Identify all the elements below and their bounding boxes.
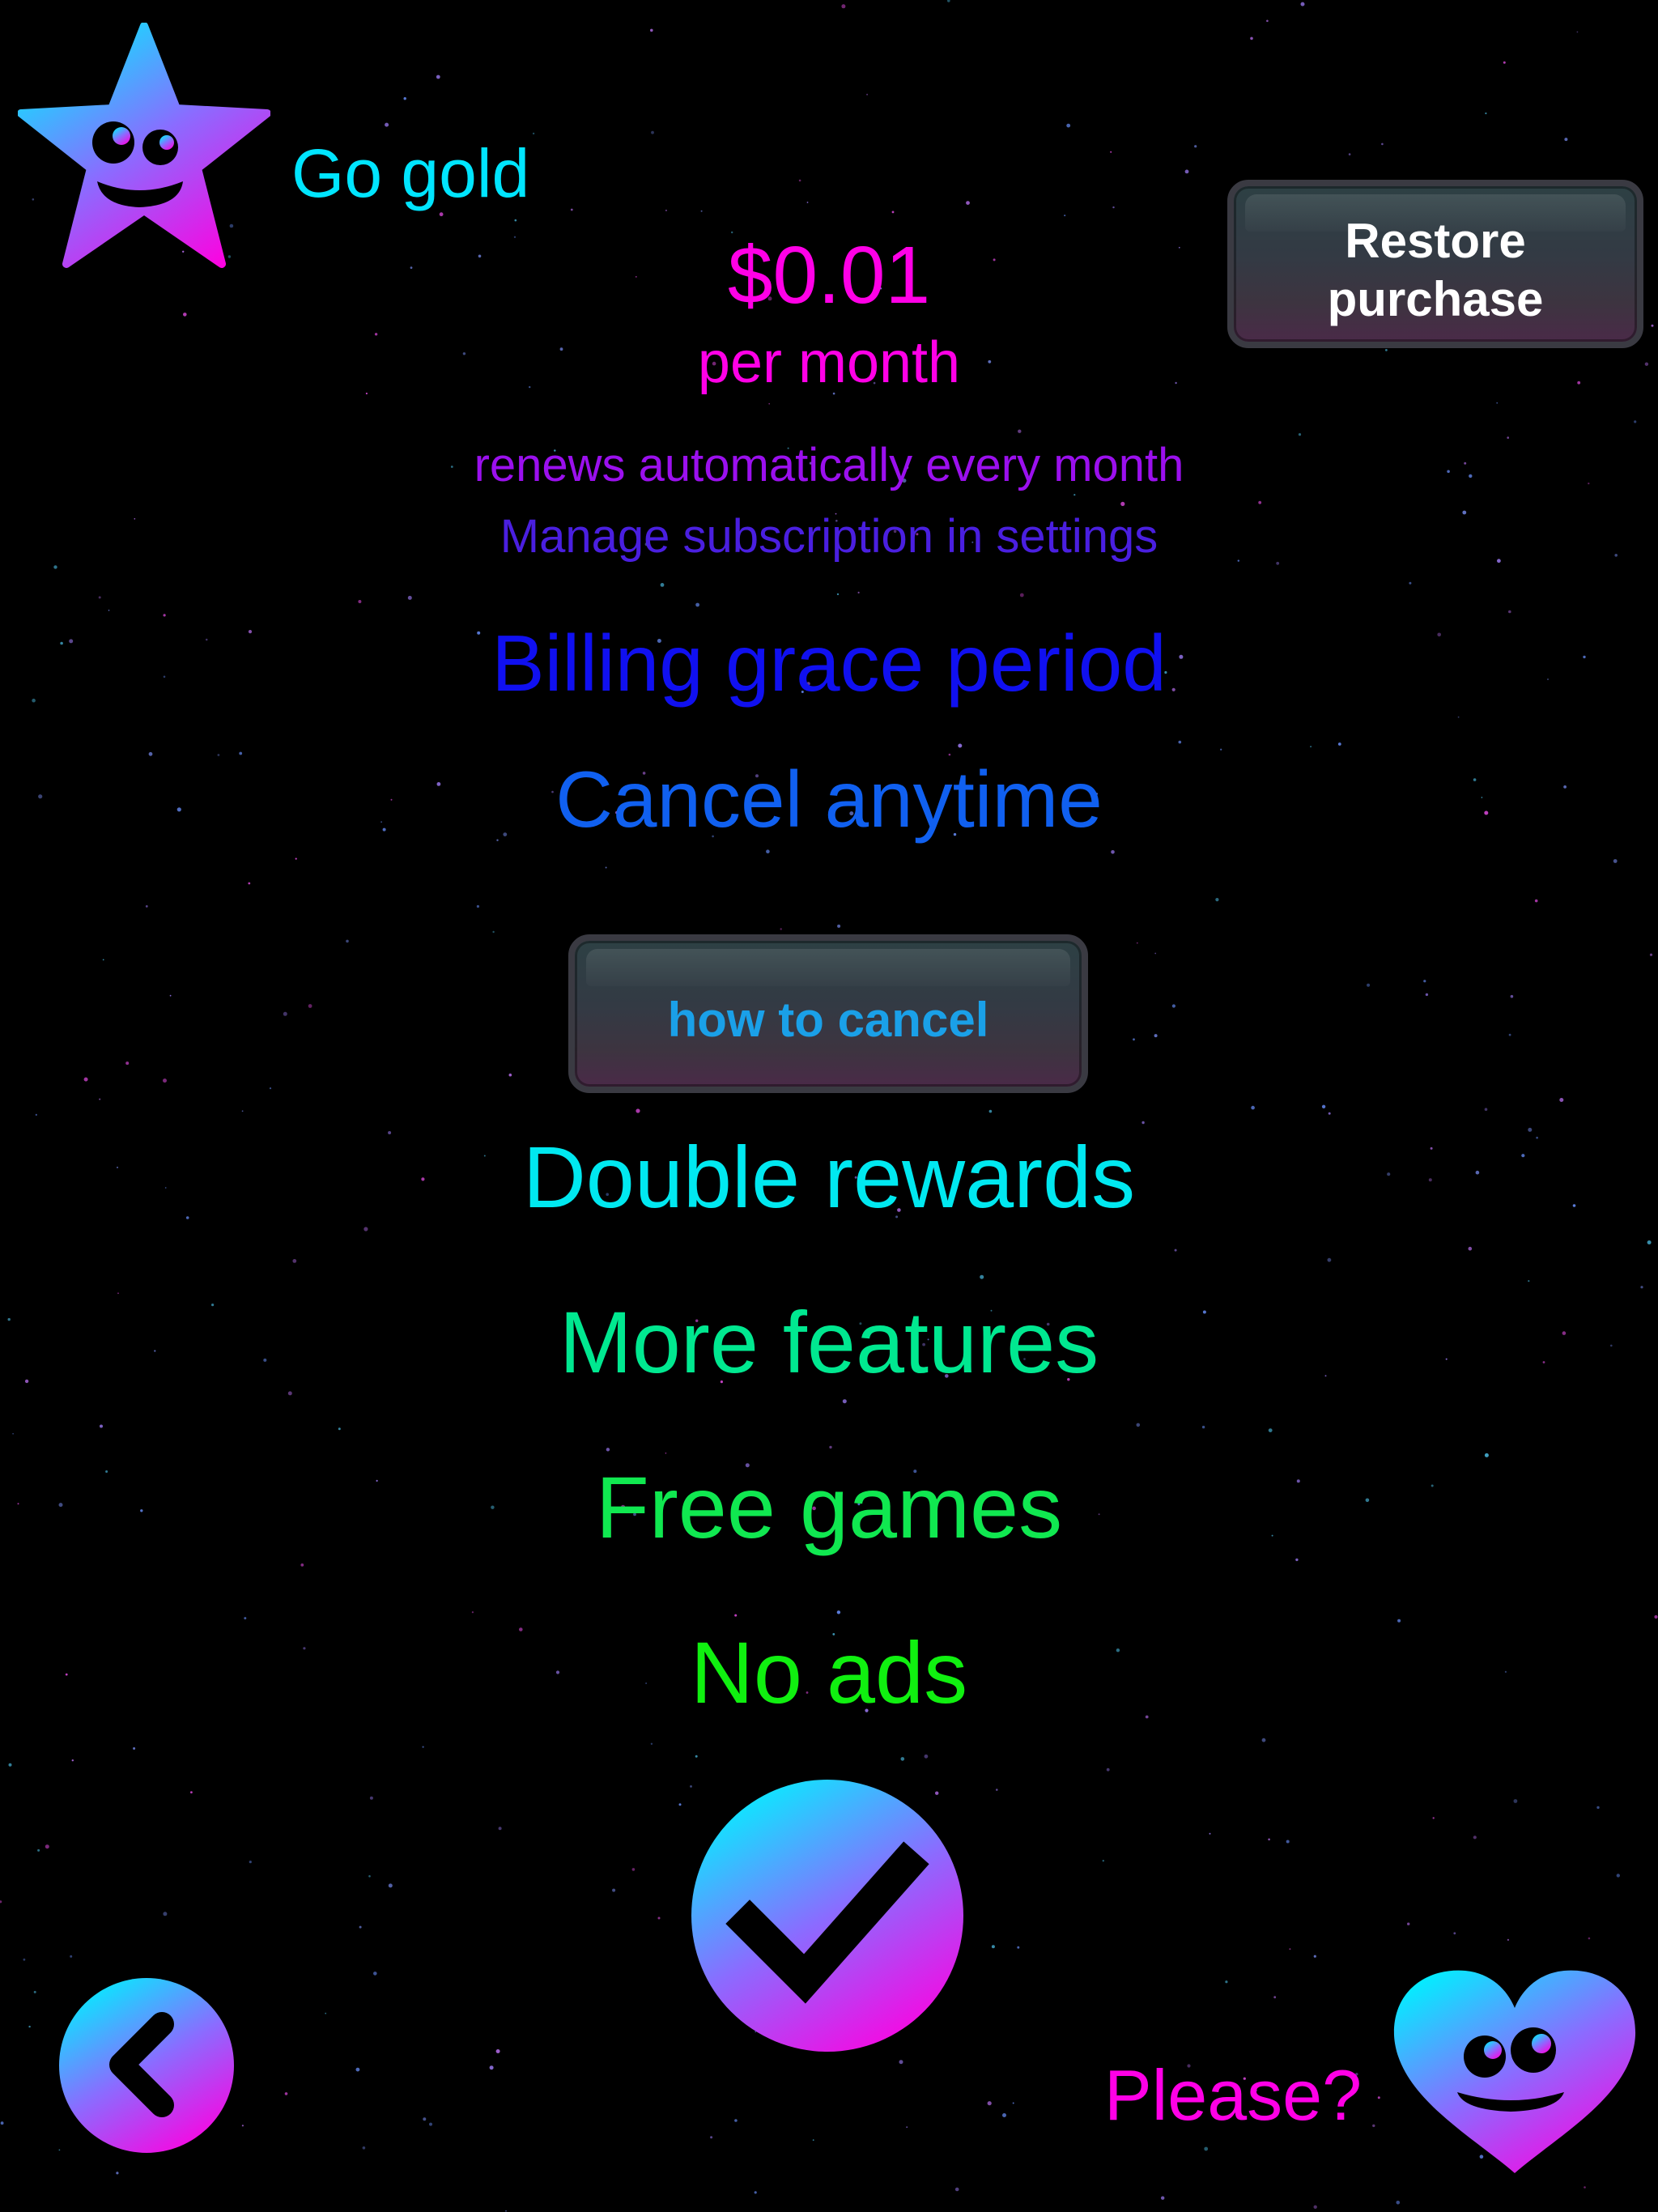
- price-period: per month: [697, 330, 961, 395]
- back-button[interactable]: [58, 1977, 235, 2154]
- billing-grace-text: Billing grace period: [491, 619, 1167, 708]
- renewal-note: renews automatically every month: [474, 439, 1184, 491]
- how-to-cancel-label: how to cancel: [667, 993, 989, 1047]
- how-to-cancel-button[interactable]: how to cancel: [568, 934, 1088, 1093]
- confirm-button[interactable]: [690, 1778, 965, 2053]
- benefit-free-games: Free games: [595, 1458, 1063, 1556]
- manage-subscription-note: Manage subscription in settings: [500, 510, 1158, 563]
- heart-mascot-icon: [1393, 1970, 1636, 2173]
- benefit-no-ads: No ads: [690, 1623, 968, 1721]
- price: $0.01: [727, 230, 931, 321]
- benefit-more-features: More features: [559, 1293, 1099, 1391]
- star-mascot-icon: [18, 23, 270, 268]
- subscription-screen: Go gold Restore purchase $0.01 per month…: [0, 0, 1658, 2212]
- cancel-anytime-text: Cancel anytime: [555, 755, 1103, 844]
- please-text: Please?: [1104, 2055, 1363, 2135]
- page-title: Go gold: [291, 135, 530, 211]
- benefit-double-rewards: Double rewards: [522, 1128, 1136, 1226]
